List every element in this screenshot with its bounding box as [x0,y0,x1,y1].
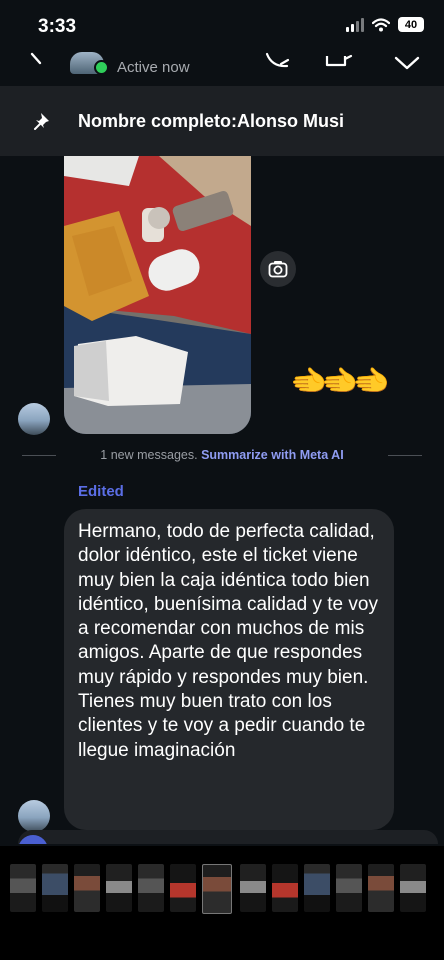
thumbnail[interactable] [336,864,362,912]
new-messages-divider: 1 new messages. Summarize with Meta AI [0,446,444,466]
thumbnail[interactable] [170,864,196,912]
sender-avatar[interactable] [18,800,50,832]
thumbnail[interactable] [42,864,68,912]
thumbnail[interactable] [368,864,394,912]
thumbnail[interactable] [400,864,426,912]
thumbnail[interactable] [272,864,298,912]
photo-content [64,156,251,434]
chat-header: Active now [0,40,444,86]
wifi-icon [372,17,390,31]
message-composer[interactable] [18,830,438,844]
cellular-signal-icon [346,17,364,32]
divider-line-right [388,455,422,456]
thumbnail[interactable] [10,864,36,912]
online-status-dot [94,60,109,75]
pinned-message-text: Nombre completo:Alonso Musi [78,111,345,131]
chevron-left-icon[interactable] [26,52,42,68]
message-bubble[interactable]: Hermano, todo de perfecta calidad, dolor… [64,509,394,830]
pinned-message-bar[interactable]: Nombre completo:Alonso Musi [0,86,444,156]
new-messages-count: 1 new messages. [100,448,198,462]
status-time: 3:33 [38,16,77,37]
thumbnail[interactable] [106,864,132,912]
thumbnail[interactable] [138,864,164,912]
battery-indicator: 40 [398,17,424,32]
active-status-text: Active now [117,59,190,76]
video-camera-icon[interactable] [325,48,353,72]
thumbnail[interactable] [74,864,100,912]
phone-icon[interactable] [264,48,292,72]
divider-text: 1 new messages. Summarize with Meta AI [0,448,444,462]
sender-avatar[interactable] [18,403,50,435]
camera-button[interactable] [18,835,48,844]
thumbnail-selected[interactable] [202,864,232,914]
thumbnail[interactable] [304,864,330,912]
share-photo-button[interactable] [260,251,296,287]
thumbnail-strip [0,846,444,960]
chevron-down-icon[interactable] [393,48,421,72]
status-icons: 40 [346,17,424,32]
edited-label: Edited [78,483,124,500]
summarize-meta-ai-link[interactable]: Summarize with Meta AI [201,448,344,462]
shared-photo[interactable] [64,156,251,434]
thumbnail[interactable] [240,864,266,912]
pin-icon [34,113,49,130]
reaction-emojis[interactable]: 🫲🫲🫲 [290,367,390,397]
camera-icon [268,261,288,278]
